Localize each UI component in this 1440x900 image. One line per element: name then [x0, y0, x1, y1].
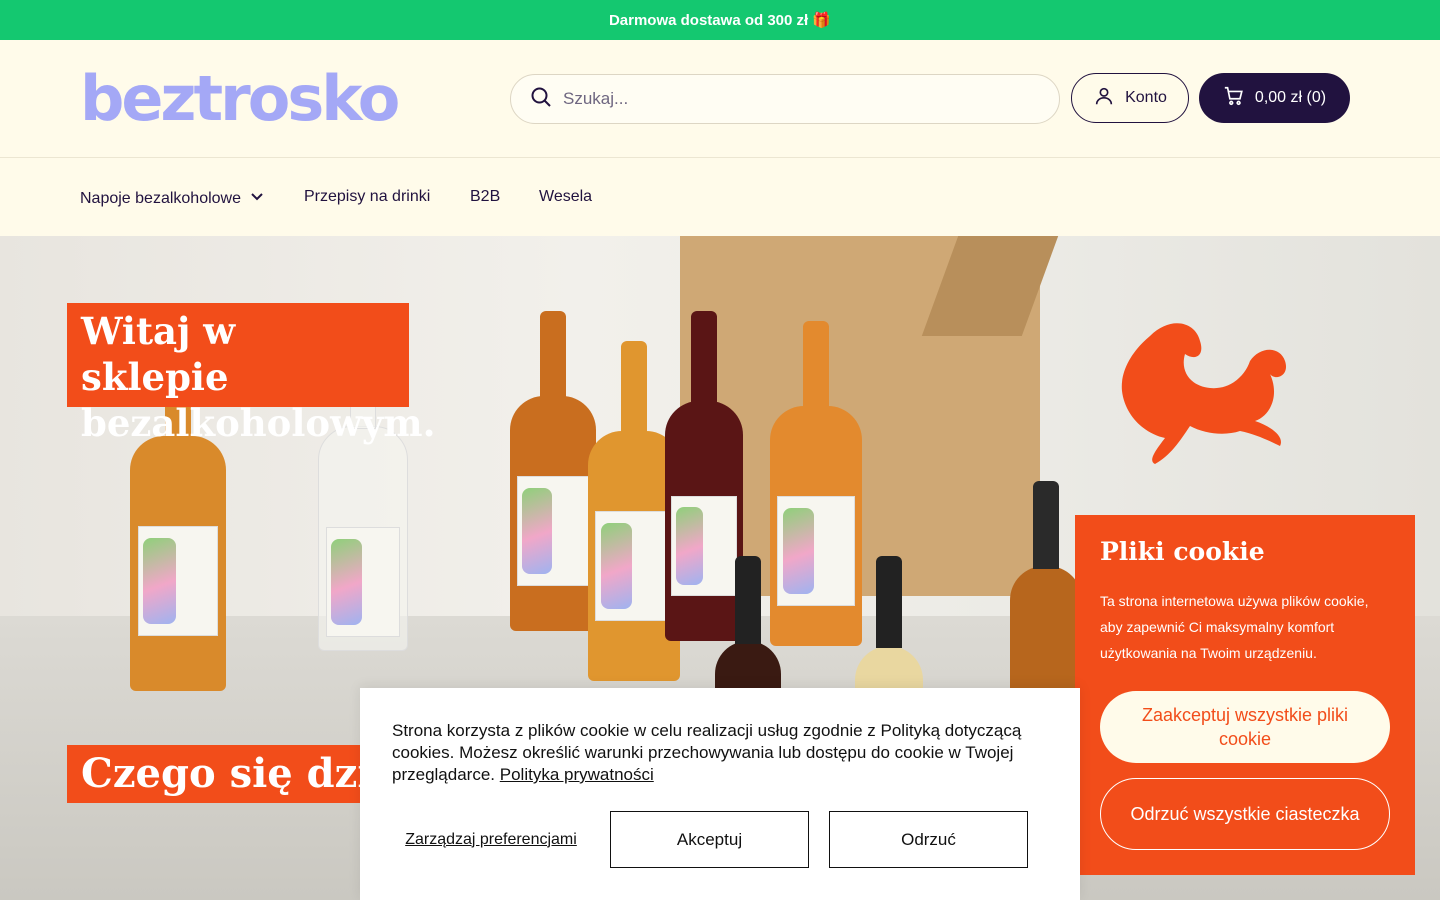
bottle — [665, 311, 743, 641]
nav-item-label: Wesela — [539, 188, 593, 205]
nav-item-label: Napoje bezalkoholowe — [80, 189, 241, 207]
hero-title-line: Witaj w sklepie — [81, 309, 236, 399]
accept-button[interactable]: Akceptuj — [610, 811, 809, 868]
cookie-side-panel: Pliki cookie Ta strona internetowa używa… — [1075, 515, 1415, 875]
cookie-banner: Strona korzysta z plików cookie w celu r… — [360, 688, 1080, 900]
bottle — [770, 321, 862, 646]
nav-item-wesela[interactable]: Wesela — [539, 188, 592, 206]
bottle — [130, 376, 226, 691]
cookie-banner-message: Strona korzysta z plików cookie w celu r… — [392, 721, 1022, 784]
main-nav: Napoje bezalkoholowe Przepisy na drinki … — [0, 159, 1440, 236]
reject-button[interactable]: Odrzuć — [829, 811, 1028, 868]
account-label: Konto — [1125, 89, 1167, 106]
cart-total: 0,00 zł (0) — [1254, 89, 1327, 106]
announcement-bar: Darmowa dostawa od 300 zł 🎁 — [0, 0, 1440, 40]
hero-title: Witaj w sklepie bezalkoholowym. — [67, 303, 435, 445]
nav-item-napoje[interactable]: Napoje bezalkoholowe — [80, 188, 265, 209]
logo[interactable]: beztrosko — [80, 68, 400, 130]
reject-all-cookies-button[interactable]: Odrzuć wszystkie ciasteczka — [1100, 778, 1390, 850]
user-icon — [1093, 85, 1115, 112]
search-bar[interactable] — [510, 74, 1060, 124]
bottle — [318, 367, 408, 651]
accept-all-cookies-button[interactable]: Zaakceptuj wszystkie pliki cookie — [1100, 691, 1390, 763]
nav-item-label: Przepisy na drinki — [304, 188, 431, 205]
nav-item-przepisy[interactable]: Przepisy na drinki — [304, 188, 430, 206]
bottle — [510, 311, 596, 631]
chevron-down-icon — [249, 188, 265, 209]
site-header: beztrosko Konto 0,00 zł (0) — [0, 40, 1440, 158]
privacy-policy-link[interactable]: Polityka prywatności — [500, 765, 654, 784]
account-button[interactable]: Konto — [1071, 73, 1189, 123]
search-icon — [529, 85, 553, 114]
search-input[interactable] — [563, 89, 1023, 109]
cart-icon — [1223, 85, 1245, 112]
cart-button[interactable]: 0,00 zł (0) — [1199, 73, 1350, 123]
horse-logo-icon — [1121, 323, 1287, 464]
hero-title-line: bezalkoholowym. — [81, 401, 436, 445]
announcement-text: Darmowa dostawa od 300 zł 🎁 — [608, 12, 832, 29]
nav-item-label: B2B — [470, 188, 501, 205]
cookie-banner-text: Strona korzysta z plików cookie w celu r… — [392, 720, 1048, 786]
manage-preferences-link[interactable]: Zarządzaj preferencjami — [392, 811, 590, 867]
cookie-panel-text: Ta strona internetowa używa plików cooki… — [1100, 593, 1369, 661]
nav-item-b2b[interactable]: B2B — [470, 188, 500, 206]
cookie-panel-title: Pliki cookie — [1100, 537, 1265, 566]
